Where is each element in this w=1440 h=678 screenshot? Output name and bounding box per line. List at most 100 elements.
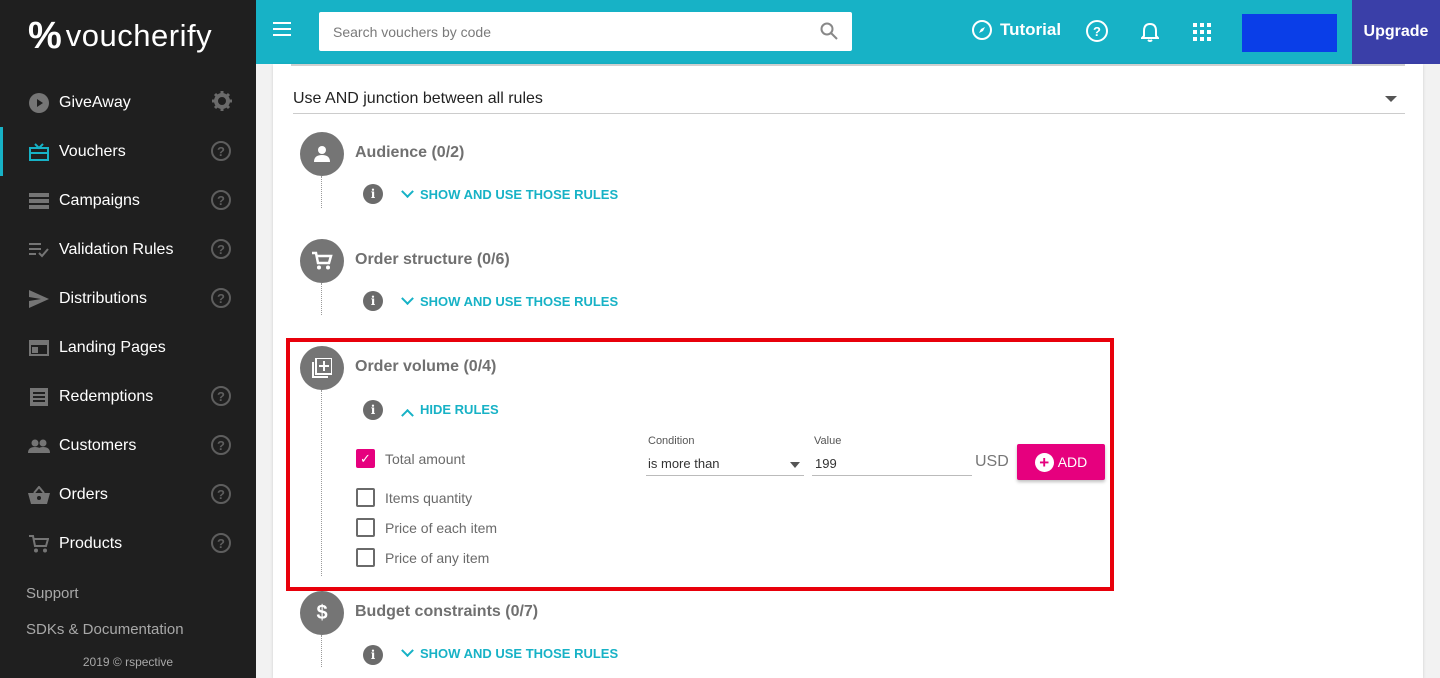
- play-circle-icon: [28, 92, 50, 114]
- price-of-each-item-option[interactable]: Price of each item: [356, 518, 497, 537]
- sidebar-item-label: Products: [59, 534, 123, 552]
- help-icon[interactable]: ?: [211, 484, 231, 504]
- tutorial-label: Tutorial: [1000, 20, 1062, 39]
- help-icon[interactable]: ?: [211, 190, 231, 210]
- checkbox[interactable]: [356, 548, 375, 567]
- help-icon[interactable]: ?: [1086, 20, 1108, 42]
- sidebar-item-label: Customers: [59, 436, 137, 454]
- option-label: Price of any item: [385, 549, 490, 566]
- dropdown-arrow-icon: [790, 462, 800, 468]
- price-of-any-item-option[interactable]: Price of any item: [356, 548, 489, 567]
- info-icon[interactable]: i: [363, 400, 383, 420]
- sidebar-item-label: Orders: [59, 485, 108, 503]
- sidebar-item-orders[interactable]: Orders ?: [0, 470, 256, 519]
- cart-icon: [28, 533, 50, 555]
- help-icon[interactable]: ?: [211, 141, 231, 161]
- send-icon: [28, 288, 50, 310]
- items-quantity-option[interactable]: Items quantity: [356, 488, 472, 507]
- hide-rules-button[interactable]: HIDE RULES: [401, 402, 499, 422]
- tutorial-button[interactable]: Tutorial: [972, 20, 1061, 40]
- upgrade-button[interactable]: Upgrade: [1352, 0, 1440, 64]
- sidebar-item-distributions[interactable]: Distributions ?: [0, 274, 256, 323]
- list-icon: [28, 190, 50, 212]
- search-icon[interactable]: [820, 22, 838, 40]
- cart-icon: [300, 239, 344, 283]
- sidebar-item-customers[interactable]: Customers ?: [0, 421, 256, 470]
- option-label: Items quantity: [385, 489, 473, 506]
- help-icon[interactable]: ?: [211, 533, 231, 553]
- validation-rules-card: Use AND junction between all rules Audie…: [273, 64, 1423, 678]
- web-icon: [28, 337, 50, 359]
- menu-icon[interactable]: [273, 22, 291, 36]
- person-icon: [300, 132, 344, 176]
- show-rules-button[interactable]: SHOW AND USE THOSE RULES: [401, 292, 619, 309]
- add-button[interactable]: + ADD: [1017, 444, 1105, 480]
- timeline-line: [321, 176, 322, 208]
- sidebar-item-products[interactable]: Products ?: [0, 519, 256, 568]
- chevron-down-icon: [401, 644, 414, 658]
- gift-icon: [28, 141, 50, 163]
- bell-icon[interactable]: [1138, 20, 1162, 44]
- gear-icon[interactable]: [212, 91, 232, 115]
- library-add-icon: [300, 346, 344, 390]
- info-icon[interactable]: i: [363, 291, 383, 311]
- option-label: Total amount: [385, 450, 466, 467]
- compass-icon: [972, 20, 992, 40]
- sidebar-links: Support SDKs & Documentation: [26, 584, 184, 656]
- logo[interactable]: % voucherify: [28, 16, 212, 56]
- currency-label: USD: [975, 453, 1009, 470]
- sidebar: % voucherify GiveAway Vouchers ? Campaig…: [0, 0, 256, 678]
- checkbox[interactable]: [356, 518, 375, 537]
- info-icon[interactable]: i: [363, 184, 383, 204]
- condition-value: is more than: [648, 456, 720, 471]
- sidebar-item-label: Campaigns: [59, 191, 140, 209]
- section-title: Order volume (0/4): [355, 358, 497, 375]
- value-input[interactable]: 199: [812, 452, 972, 476]
- sidebar-item-landing-pages[interactable]: Landing Pages: [0, 323, 256, 372]
- toggle-label: SHOW AND USE THOSE RULES: [420, 646, 619, 661]
- sidebar-item-vouchers[interactable]: Vouchers ?: [0, 127, 256, 176]
- junction-select[interactable]: Use AND junction between all rules: [293, 90, 1405, 114]
- support-link[interactable]: Support: [26, 584, 184, 620]
- condition-select[interactable]: is more than: [646, 452, 804, 476]
- help-icon[interactable]: ?: [211, 435, 231, 455]
- copyright: 2019 © rspective: [82, 655, 174, 669]
- search-input[interactable]: [333, 23, 813, 40]
- help-icon[interactable]: ?: [211, 386, 231, 406]
- sidebar-item-label: Vouchers: [59, 142, 126, 160]
- people-icon: [28, 435, 50, 457]
- show-rules-button[interactable]: SHOW AND USE THOSE RULES: [401, 185, 618, 202]
- sidebar-item-giveaway[interactable]: GiveAway: [0, 78, 256, 127]
- sidebar-item-validation-rules[interactable]: Validation Rules ?: [0, 225, 256, 274]
- help-icon[interactable]: ?: [211, 288, 231, 308]
- section-title: Audience (0/2): [355, 144, 465, 161]
- logo-mark: %: [28, 15, 62, 57]
- sidebar-item-redemptions[interactable]: Redemptions ?: [0, 372, 256, 421]
- section-title: Budget constraints (0/7): [355, 603, 539, 620]
- section-title: Order structure (0/6): [355, 251, 510, 268]
- logo-text: voucherify: [65, 18, 213, 53]
- help-icon[interactable]: ?: [211, 239, 231, 259]
- checkbox-checked[interactable]: ✓: [356, 449, 375, 468]
- sdks-documentation-link[interactable]: SDKs & Documentation: [26, 620, 184, 656]
- sidebar-item-label: GiveAway: [59, 93, 131, 111]
- apps-grid-icon[interactable]: [1190, 20, 1214, 44]
- total-amount-option[interactable]: ✓ Total amount: [356, 449, 465, 468]
- checkbox[interactable]: [356, 488, 375, 507]
- sidebar-nav: GiveAway Vouchers ? Campaigns ? Validati…: [0, 78, 256, 568]
- value-label: Value: [814, 435, 842, 447]
- sidebar-item-label: Redemptions: [59, 387, 154, 405]
- divider: [291, 64, 1405, 66]
- info-icon[interactable]: i: [363, 645, 383, 665]
- timeline-line: [321, 635, 322, 667]
- timeline-line: [321, 390, 322, 576]
- toggle-label: SHOW AND USE THOSE RULES: [420, 294, 619, 309]
- document-icon: [28, 386, 50, 408]
- sidebar-item-campaigns[interactable]: Campaigns ?: [0, 176, 256, 225]
- account-button[interactable]: [1242, 14, 1337, 52]
- chevron-down-icon: [401, 292, 414, 306]
- sidebar-item-label: Validation Rules: [59, 240, 174, 258]
- show-rules-button[interactable]: SHOW AND USE THOSE RULES: [401, 644, 619, 661]
- timeline-line: [321, 283, 322, 315]
- rules-icon: [28, 239, 50, 261]
